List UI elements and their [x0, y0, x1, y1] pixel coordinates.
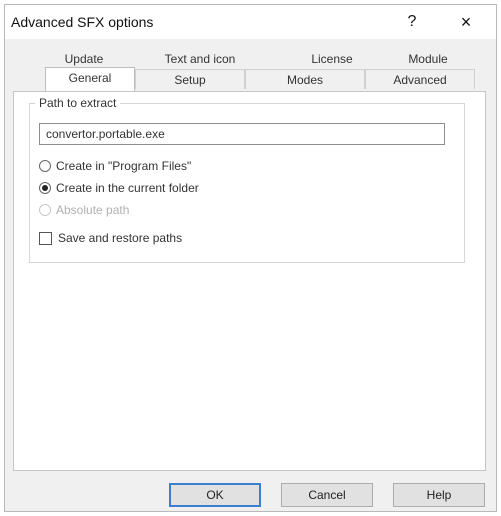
- checkbox-label: Save and restore paths: [58, 231, 183, 245]
- radio-button: [39, 204, 51, 216]
- title-bar: Advanced SFX options ? ×: [5, 5, 496, 39]
- ok-button[interactable]: OK: [169, 483, 261, 507]
- radio-button[interactable]: [39, 160, 51, 172]
- help-button[interactable]: Help: [393, 483, 485, 507]
- close-icon[interactable]: ×: [449, 9, 483, 35]
- radio-absolute-path: Absolute path: [39, 203, 129, 217]
- tab-module[interactable]: Module: [393, 49, 463, 69]
- tab-update[interactable]: Update: [49, 49, 119, 69]
- tab-general[interactable]: General: [45, 67, 135, 91]
- radio-label: Absolute path: [56, 203, 130, 217]
- radio-create-in-program-files[interactable]: Create in "Program Files": [39, 159, 191, 173]
- advanced-sfx-dialog: Advanced SFX options ? × Update Text and…: [4, 4, 497, 512]
- tab-advanced[interactable]: Advanced: [365, 69, 475, 89]
- radio-label: Create in "Program Files": [56, 159, 192, 173]
- path-input[interactable]: [39, 123, 445, 145]
- group-label-path-to-extract: Path to extract: [35, 96, 121, 110]
- radio-button[interactable]: [39, 182, 51, 194]
- radio-label: Create in the current folder: [56, 181, 199, 195]
- tab-modes[interactable]: Modes: [245, 69, 365, 89]
- radio-create-in-current-folder[interactable]: Create in the current folder: [39, 181, 199, 195]
- tab-setup[interactable]: Setup: [135, 69, 245, 89]
- tab-text-and-icon[interactable]: Text and icon: [145, 49, 255, 69]
- help-icon[interactable]: ?: [395, 9, 429, 35]
- checkbox[interactable]: [39, 231, 52, 245]
- window-title: Advanced SFX options: [11, 14, 154, 30]
- tab-strip: Update Text and icon License Module Gene…: [5, 47, 496, 97]
- cancel-button[interactable]: Cancel: [281, 483, 373, 507]
- tab-license[interactable]: License: [297, 49, 367, 69]
- checkbox-save-restore-paths[interactable]: Save and restore paths: [39, 231, 182, 245]
